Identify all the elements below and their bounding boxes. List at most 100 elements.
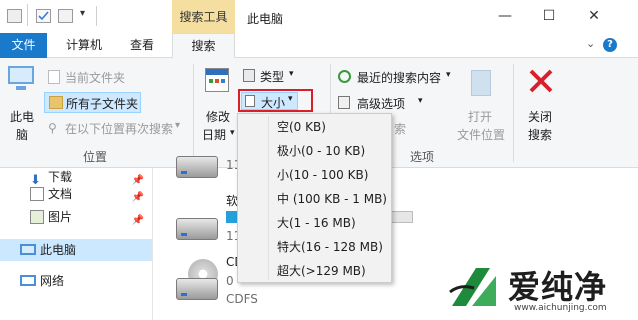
date-modified-button[interactable]: 修改 日期 ▾ — [198, 64, 238, 144]
computer-icon — [20, 244, 36, 255]
open-file-location-button[interactable]: 打开 文件位置 — [455, 64, 507, 144]
nav-item-label: 网络 — [40, 274, 65, 288]
close-search-button[interactable]: 关闭 搜索 — [521, 64, 561, 144]
properties-icon[interactable] — [36, 9, 51, 23]
recent-searches-label: 最近的搜索内容 — [357, 71, 442, 85]
search-icon: ⚲ — [48, 121, 57, 135]
size-option-medium[interactable]: 中 (100 KB - 1 MB) — [277, 188, 387, 210]
close-search-label-line2: 搜索 — [528, 128, 553, 142]
this-pc-label-line1: 此电 — [10, 110, 35, 124]
search-again-in-button[interactable]: ⚲ 在以下位置再次搜索 ▾ — [45, 119, 185, 137]
close-search-label-line1: 关闭 — [528, 110, 553, 124]
size-option-empty[interactable]: 空(0 KB) — [277, 116, 326, 138]
maximize-button[interactable]: ☐ — [538, 6, 560, 26]
size-filter-dropdown: 空(0 KB) 极小(0 - 10 KB) 小(10 - 100 KB) 中 (… — [237, 113, 392, 283]
size-option-huge[interactable]: 特大(16 - 128 MB) — [277, 236, 383, 258]
size-option-small[interactable]: 小(10 - 100 KB) — [277, 164, 368, 186]
close-button[interactable]: ✕ — [583, 6, 605, 26]
advanced-options-button[interactable]: 高级选项 ▾ — [338, 94, 428, 112]
close-search-icon — [529, 69, 553, 93]
folder-icon — [49, 96, 63, 109]
navigation-pane: ⬇ 下载 📌 文档 📌 图片 📌 此电脑 网络 — [0, 168, 153, 320]
size-option-large[interactable]: 大(1 - 16 MB) — [277, 212, 356, 234]
this-pc-label-line2: 脑 — [16, 128, 29, 142]
size-icon — [245, 95, 255, 107]
advanced-options-label: 高级选项 — [357, 97, 406, 111]
watermark-url: www.aichunjing.com — [514, 303, 607, 313]
this-pc-scope-button[interactable]: 此电 脑 — [4, 64, 38, 144]
size-option-tiny[interactable]: 极小(0 - 10 KB) — [277, 140, 365, 162]
size-filter-label: 大小 — [261, 96, 286, 110]
collapse-ribbon-icon[interactable]: ⌄ — [586, 37, 595, 50]
dropdown-arrow-icon: ▾ — [418, 96, 423, 106]
divider — [27, 4, 28, 26]
calendar-icon — [205, 68, 229, 92]
search-again-label: 在以下位置再次搜索 — [65, 122, 174, 136]
quick-access-dropdown-icon[interactable]: ▾ — [80, 8, 85, 19]
nav-item-label: 文档 — [48, 187, 73, 201]
drive-icon[interactable] — [176, 218, 218, 240]
open-location-label-line2: 文件位置 — [457, 128, 506, 142]
type-filter-label: 类型 — [260, 70, 285, 84]
all-subfolders-label: 所有子文件夹 — [66, 97, 139, 111]
title-bar: ▾ 搜索工具 此电脑 — ☐ ✕ — [0, 0, 638, 33]
tab-view[interactable]: 查看 — [118, 33, 166, 58]
group-separator — [193, 64, 194, 162]
recent-search-icon — [338, 70, 351, 83]
date-modified-label-line1: 修改 — [206, 110, 231, 124]
nav-item-label: 图片 — [48, 210, 73, 224]
picture-icon — [30, 210, 44, 224]
watermark-logo-icon — [449, 268, 496, 306]
tab-search[interactable]: 搜索 — [172, 33, 235, 59]
save-search-label-partial: 索 — [394, 122, 407, 136]
current-folder-button[interactable]: 当前文件夹 — [45, 68, 153, 86]
monitor-stand-icon — [16, 86, 26, 90]
dropdown-arrow-icon: ▾ — [230, 128, 235, 138]
drive3-filesystem: CDFS — [226, 292, 258, 306]
nav-item-this-pc[interactable]: 此电脑 — [0, 239, 152, 261]
current-folder-label: 当前文件夹 — [65, 71, 126, 85]
dropdown-arrow-icon: ▾ — [288, 94, 293, 104]
dropdown-arrow-icon: ▾ — [175, 120, 181, 131]
advanced-options-icon — [338, 96, 350, 109]
help-icon[interactable]: ? — [603, 38, 617, 52]
nav-item-pictures[interactable]: 图片 📌 — [0, 206, 152, 228]
download-arrow-icon: ⬇ — [30, 173, 41, 188]
type-icon — [243, 69, 255, 82]
nav-item-label: 此电脑 — [40, 243, 77, 257]
all-subfolders-button[interactable]: 所有子文件夹 — [44, 92, 141, 113]
menu-gutter — [268, 116, 269, 280]
ribbon-tabs: 文件 计算机 查看 搜索 ⌄ ? — [0, 33, 638, 59]
folder-page-icon — [48, 70, 60, 84]
recent-searches-button[interactable]: 最近的搜索内容 ▾ — [338, 68, 458, 86]
open-location-icon — [471, 70, 491, 96]
minimize-button[interactable]: — — [494, 6, 516, 26]
size-filter-button[interactable]: 大小 ▾ — [241, 92, 298, 110]
type-filter-button[interactable]: 类型 ▾ — [243, 67, 305, 85]
new-folder-icon[interactable] — [58, 9, 73, 23]
window-title: 此电脑 — [247, 12, 284, 26]
group-separator — [513, 64, 514, 162]
open-location-label-line1: 打开 — [468, 110, 493, 124]
pin-icon: 📌 — [131, 215, 144, 226]
nav-item-network[interactable]: 网络 — [0, 270, 152, 292]
drive3-size-partial: 0 — [226, 274, 234, 288]
drive2-usage-bar-track — [391, 211, 413, 223]
date-modified-label-line2: 日期 — [202, 128, 227, 142]
drive-icon — [176, 156, 218, 178]
app-icon — [7, 9, 22, 23]
size-option-gigantic[interactable]: 超大(>129 MB) — [277, 260, 366, 282]
tab-computer[interactable]: 计算机 — [60, 33, 108, 58]
nav-item-documents[interactable]: 文档 📌 — [0, 183, 152, 205]
dropdown-arrow-icon: ▾ — [446, 70, 451, 80]
search-tools-context-tab: 搜索工具 — [172, 0, 235, 33]
tab-file[interactable]: 文件 — [0, 33, 47, 58]
document-icon — [30, 187, 44, 201]
options-group-label: 选项 — [409, 150, 434, 164]
dropdown-arrow-icon: ▾ — [289, 69, 294, 79]
location-group-label: 位置 — [82, 150, 107, 164]
drive-icon[interactable] — [176, 278, 218, 300]
watermark-brand: 爱纯净 — [508, 268, 608, 306]
divider — [96, 6, 97, 26]
network-icon — [20, 275, 36, 286]
